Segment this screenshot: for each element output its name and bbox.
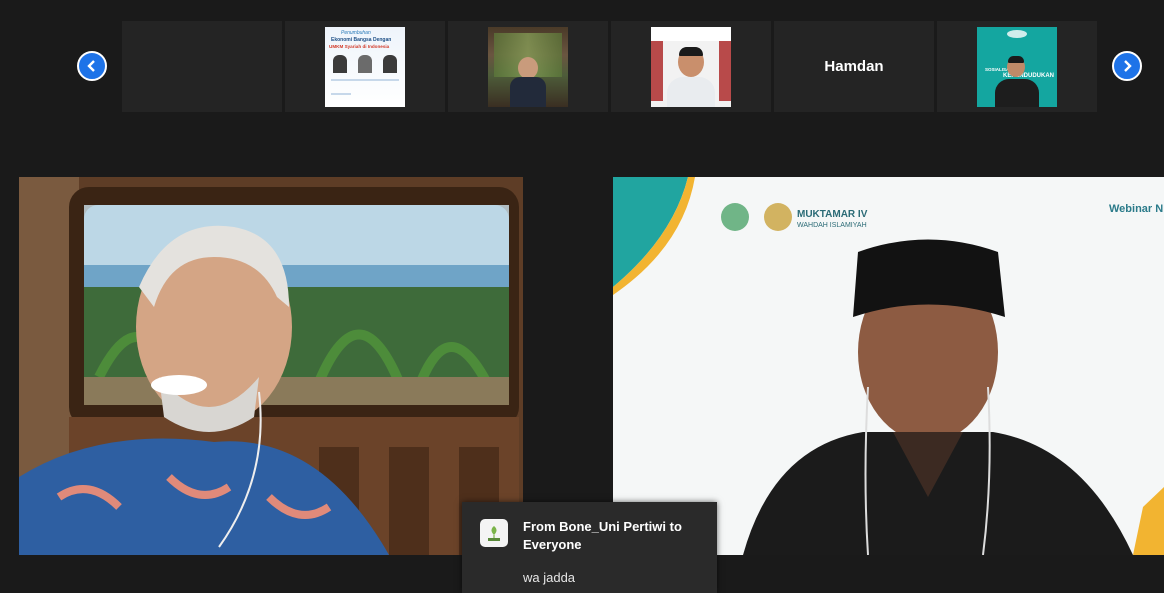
video-frame: MUKTAMAR IV WAHDAH ISLAMIYAH Webinar N	[613, 177, 1164, 555]
participant-video	[651, 27, 731, 107]
speaker-photo	[383, 55, 397, 73]
gallery-prev-button[interactable]	[77, 51, 107, 81]
speaker-video-left[interactable]	[19, 177, 523, 555]
participant-tile[interactable]	[611, 21, 771, 112]
divider	[331, 93, 351, 95]
speaker-video-right[interactable]: MUKTAMAR IV WAHDAH ISLAMIYAH Webinar N	[613, 177, 1164, 555]
participant-tile[interactable]	[122, 21, 282, 112]
banner-org: WAHDAH ISLAMIYAH	[797, 222, 867, 229]
chat-sender: From Bone_Uni Pertiwi to Everyone	[523, 519, 682, 552]
participant-tile[interactable]	[448, 21, 608, 112]
video-frame	[19, 177, 523, 555]
participant-tile[interactable]: Penumbuhan Ekonomi Bangsa Dengan UMKM Sy…	[285, 21, 445, 112]
participant-tile[interactable]: SOSIALISASI KEPENDUDUKAN	[937, 21, 1097, 112]
chevron-left-icon	[87, 60, 95, 72]
chevron-right-icon	[1124, 60, 1132, 72]
participant-video: SOSIALISASI KEPENDUDUKAN	[977, 27, 1057, 107]
participant-name: Hamdan	[824, 58, 884, 75]
poster-line3: UMKM Syariah di Indonesia	[329, 44, 390, 49]
poster-line2: Ekonomi Bangsa Dengan	[331, 37, 392, 43]
poster-thumbnail: Penumbuhan Ekonomi Bangsa Dengan UMKM Sy…	[325, 27, 405, 107]
sender-avatar	[480, 519, 508, 547]
banner-event: MUKTAMAR IV	[797, 209, 868, 220]
gallery-next-button[interactable]	[1112, 51, 1142, 81]
banner-webinar: Webinar N	[1109, 203, 1163, 215]
leaf-logo-icon	[488, 526, 500, 541]
participant-video	[488, 27, 568, 107]
chat-notification[interactable]: From Bone_Uni Pertiwi to Everyone wa jad…	[462, 502, 717, 593]
poster-line1: Penumbuhan	[341, 30, 371, 36]
speaker-photo	[333, 55, 347, 73]
participant-tile[interactable]: Hamdan	[774, 21, 934, 112]
gallery-strip: Penumbuhan Ekonomi Bangsa Dengan UMKM Sy…	[0, 0, 1164, 175]
speaker-photo	[358, 55, 372, 73]
divider	[331, 79, 399, 81]
chat-message: wa jadda	[523, 570, 576, 585]
